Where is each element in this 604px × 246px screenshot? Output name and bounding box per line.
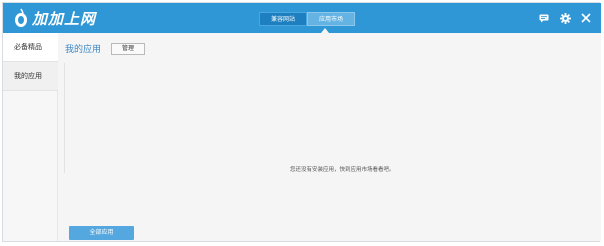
manage-button[interactable]: 管理 [111, 42, 146, 55]
close-icon[interactable] [579, 11, 593, 25]
empty-state-message: 您还没有安装应用，快到应用市场看看吧。 [290, 167, 395, 173]
tab-app-market[interactable]: 应用市场 [307, 12, 355, 26]
sidebar-empty-area [3, 91, 58, 241]
page-title: 我的应用 [65, 45, 102, 55]
title-bar[interactable]: 加加上网 兼容网站 应用市场 [3, 3, 601, 33]
main-panel: 我的应用 管理 您还没有安装应用，快到应用市场看看吧。 全部应用 [58, 33, 601, 241]
logo-icon [13, 8, 29, 28]
divider [64, 63, 65, 173]
sidebar-item-featured[interactable]: 必备精品 [3, 33, 58, 62]
sidebar-item-my-apps[interactable]: 我的应用 [3, 62, 58, 91]
window-controls [537, 11, 593, 25]
tab-compatible-sites[interactable]: 兼容网站 [259, 12, 307, 26]
gear-icon[interactable] [558, 11, 572, 25]
main-header: 我的应用 管理 [65, 42, 146, 55]
chat-icon[interactable] [537, 11, 551, 25]
app-window: 加加上网 兼容网站 应用市场 必备精品 我的应用 我的应用 管理 您还没有安装应… [2, 2, 601, 242]
sidebar: 必备精品 我的应用 [3, 33, 58, 241]
app-logo: 加加上网 [13, 7, 96, 29]
all-apps-button[interactable]: 全部应用 [69, 226, 134, 240]
app-name: 加加上网 [32, 9, 97, 28]
tab-bar: 兼容网站 应用市场 [259, 12, 355, 26]
